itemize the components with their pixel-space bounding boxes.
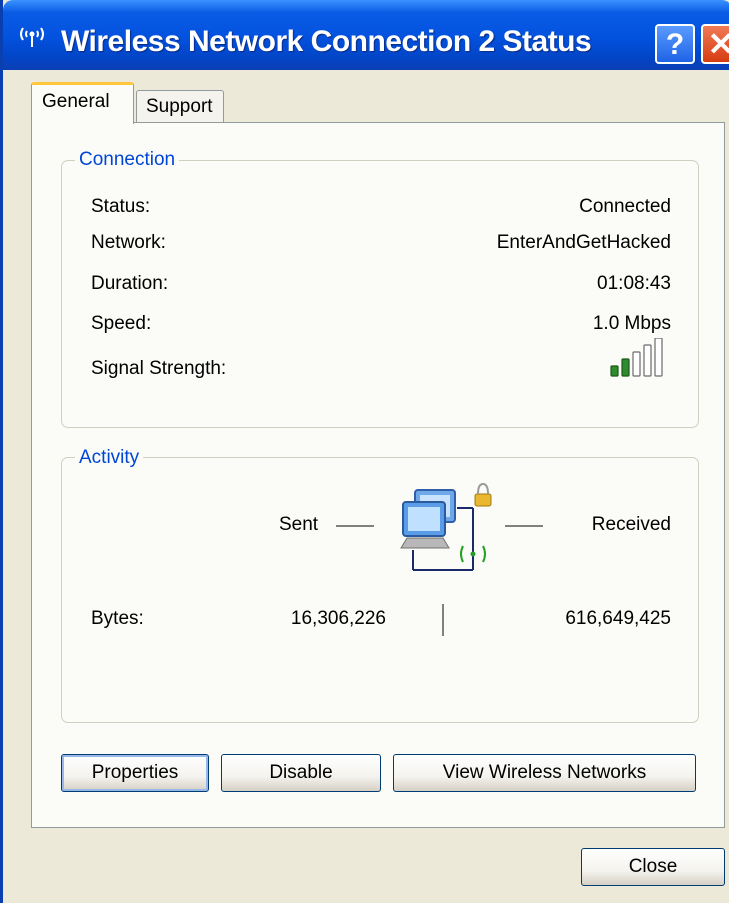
network-value: EnterAndGetHacked <box>496 232 671 253</box>
activity-group <box>61 457 699 723</box>
signal-strength-icon <box>610 338 663 377</box>
signal-bar <box>621 358 630 377</box>
duration-value: 01:08:43 <box>597 273 671 294</box>
network-label: Network: <box>91 232 166 253</box>
tab-general[interactable]: General <box>31 82 134 124</box>
status-value: Connected <box>579 196 671 217</box>
window-title: Wireless Network Connection 2 Status <box>61 25 592 58</box>
duration-label: Duration: <box>91 273 169 294</box>
signal-bar <box>632 351 641 377</box>
speed-label: Speed: <box>91 313 152 334</box>
bytes-received-value: 616,649,425 <box>565 608 671 629</box>
bytes-divider <box>442 604 444 636</box>
close-button[interactable]: Close <box>581 848 725 886</box>
signal-bar <box>643 344 652 377</box>
sent-line <box>336 525 374 527</box>
status-dialog: Wireless Network Connection 2 Status ? ✕… <box>0 0 729 903</box>
signal-bar <box>654 338 663 377</box>
signal-strength-label: Signal Strength: <box>91 358 227 379</box>
activity-legend: Activity <box>75 447 144 469</box>
tab-support[interactable]: Support <box>136 90 224 122</box>
connection-legend: Connection <box>75 149 180 171</box>
properties-button[interactable]: Properties <box>61 754 209 792</box>
speed-value: 1.0 Mbps <box>592 313 671 334</box>
title-bar[interactable]: Wireless Network Connection 2 Status ? ✕ <box>3 0 729 70</box>
status-label: Status: <box>91 196 151 217</box>
view-wireless-networks-button[interactable]: View Wireless Networks <box>393 754 696 792</box>
received-line <box>505 525 543 527</box>
wireless-network-icon <box>20 27 44 47</box>
title-close-button[interactable]: ✕ <box>701 24 729 64</box>
help-button[interactable]: ? <box>655 24 695 64</box>
disable-button[interactable]: Disable <box>221 754 381 792</box>
network-computers-icon <box>400 482 492 571</box>
bytes-sent-value: 16,306,226 <box>290 608 386 629</box>
sent-label: Sent <box>279 514 319 535</box>
bytes-label: Bytes: <box>91 608 144 629</box>
received-label: Received <box>591 514 671 535</box>
signal-bar <box>610 365 619 377</box>
